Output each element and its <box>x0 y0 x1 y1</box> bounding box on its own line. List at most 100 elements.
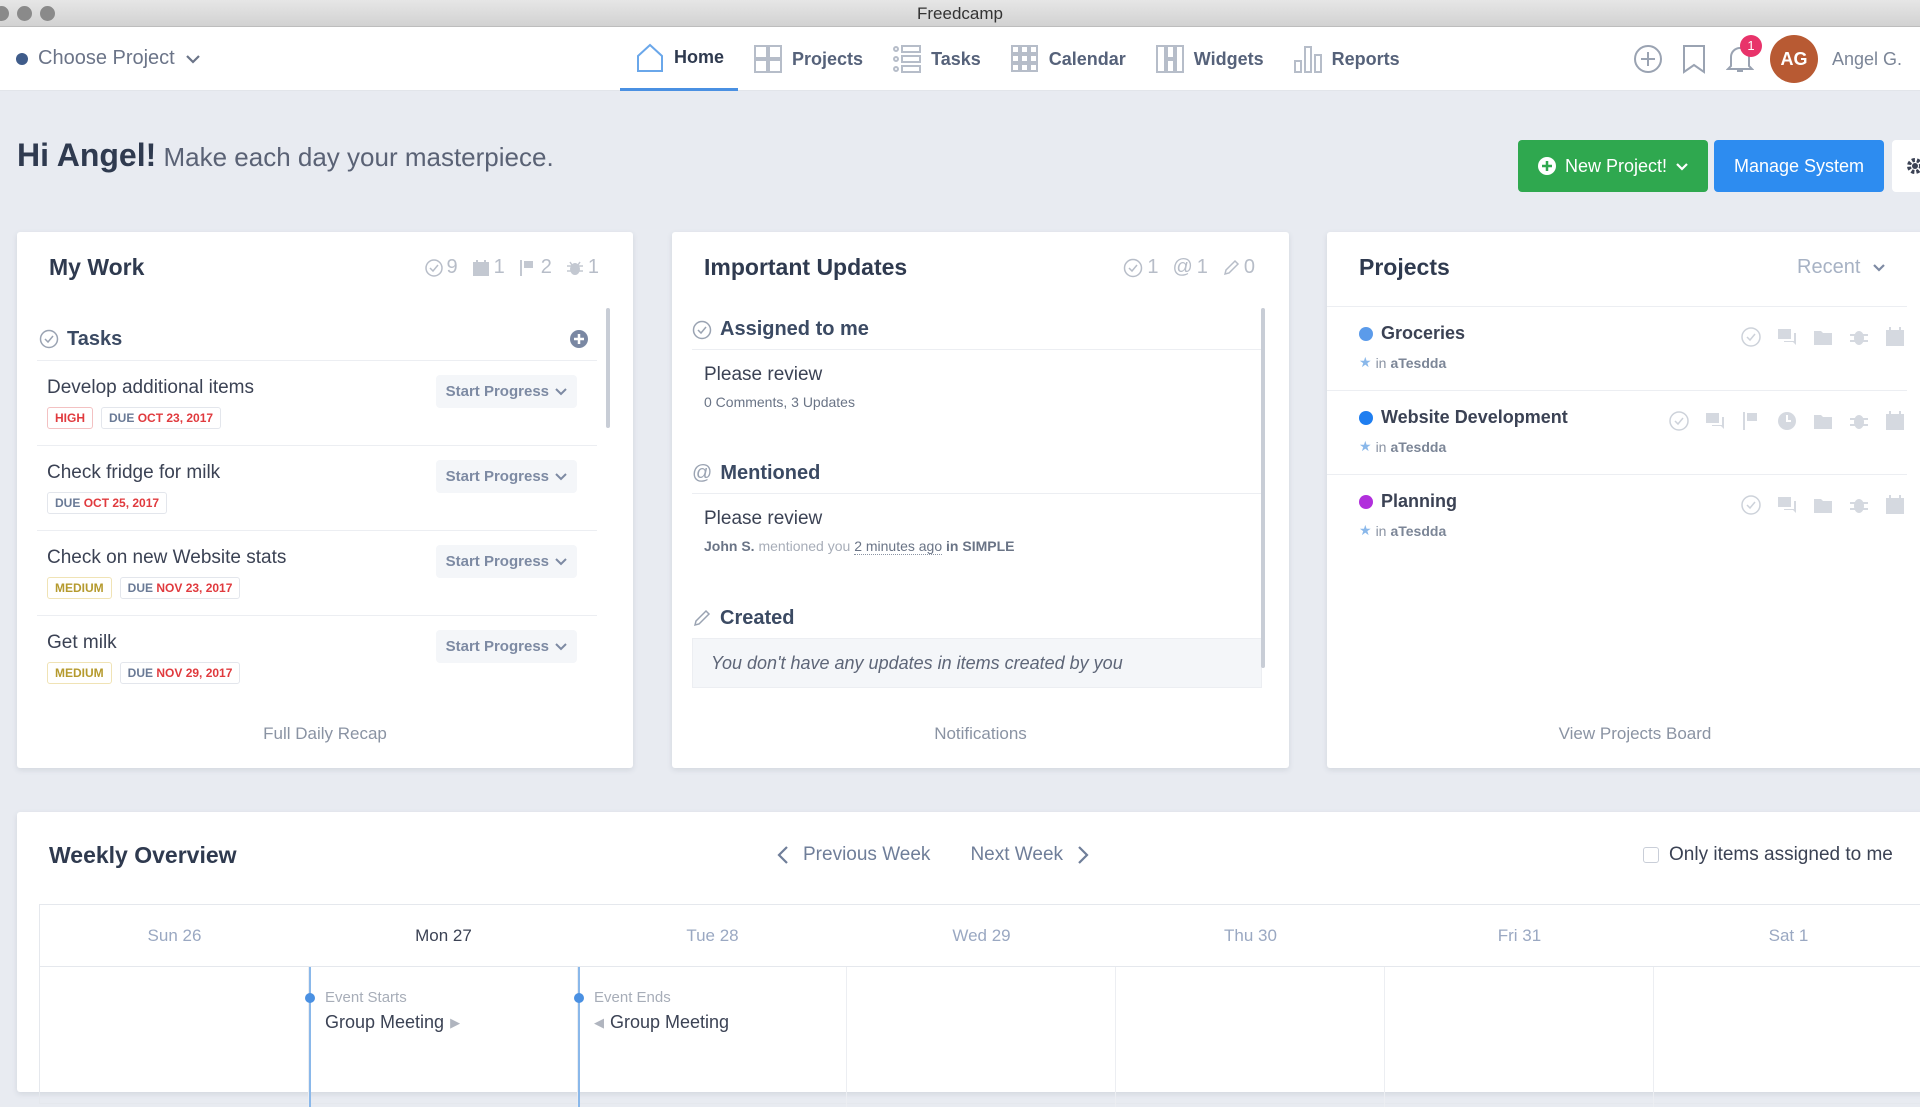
tasks-scrollbar[interactable] <box>606 308 610 428</box>
task-row[interactable]: Check fridge for milk DUE OCT 25, 2017 S… <box>37 445 597 530</box>
milestones-app-icon[interactable] <box>1739 409 1763 433</box>
projects-sort-dropdown[interactable]: Recent <box>1797 256 1886 279</box>
event-title[interactable]: Group Meeting ▶ <box>325 1012 460 1033</box>
close-window-button[interactable] <box>0 6 9 21</box>
events-count[interactable]: 1 <box>472 256 505 279</box>
mention-project[interactable]: SIMPLE <box>962 538 1014 554</box>
tasks-count[interactable]: 9 <box>424 256 458 279</box>
issues-app-icon[interactable] <box>1847 325 1871 349</box>
updates-list: Assigned to me Please review 0 Comments,… <box>692 310 1262 688</box>
full-daily-recap-link[interactable]: Full Daily Recap <box>17 724 633 744</box>
project-item[interactable]: Planning ★ in aTesdda <box>1327 474 1907 558</box>
zoom-window-button[interactable] <box>40 6 55 21</box>
nav-widgets[interactable]: Widgets <box>1140 27 1278 91</box>
project-selector[interactable]: Choose Project <box>16 47 201 70</box>
updates-scrollbar[interactable] <box>1261 308 1265 668</box>
issues-app-icon[interactable] <box>1847 409 1871 433</box>
nav-calendar[interactable]: Calendar <box>995 27 1140 91</box>
task-row[interactable]: Check on new Website stats MEDIUM DUE NOV… <box>37 530 597 615</box>
events-count-value: 1 <box>493 256 505 278</box>
star-icon[interactable]: ★ <box>1359 354 1372 371</box>
calendar-app-icon[interactable] <box>1883 493 1907 517</box>
only-assigned-filter[interactable]: Only items assigned to me <box>1643 844 1893 866</box>
next-week-button[interactable]: Next Week <box>970 844 1089 866</box>
discussions-app-icon[interactable] <box>1775 325 1799 349</box>
greeting: Hi Angel! Make each day your masterpiece… <box>17 137 554 174</box>
start-progress-button[interactable]: Start Progress <box>435 630 577 663</box>
only-assigned-checkbox[interactable] <box>1643 847 1659 863</box>
created-count[interactable]: 0 <box>1222 256 1255 279</box>
day-cell[interactable] <box>847 967 1116 1107</box>
issues-app-icon[interactable] <box>1847 493 1871 517</box>
day-cell[interactable]: Event Ends ◀ Group Meeting <box>574 967 847 1107</box>
tasks-app-icon[interactable] <box>1739 493 1763 517</box>
bookmark-button[interactable] <box>1678 43 1710 75</box>
day-cell[interactable] <box>1385 967 1654 1107</box>
task-row[interactable]: Get milk MEDIUM DUE NOV 29, 2017 Start Pr… <box>37 615 597 685</box>
nav-tasks[interactable]: Tasks <box>877 27 995 91</box>
previous-week-button[interactable]: Previous Week <box>777 844 930 866</box>
mentioned-heading: Mentioned <box>720 462 821 484</box>
project-name[interactable]: Planning <box>1381 491 1457 512</box>
assigned-update-item[interactable]: Please review 0 Comments, 3 Updates <box>692 350 1262 454</box>
new-project-button[interactable]: New Project! <box>1518 140 1708 192</box>
tasks-app-icon[interactable] <box>1739 325 1763 349</box>
task-row[interactable]: Develop additional items HIGH DUE OCT 23,… <box>37 360 597 445</box>
view-projects-board-link[interactable]: View Projects Board <box>1327 724 1920 744</box>
mentioned-update-item[interactable]: Please review John S. mentioned you 2 mi… <box>692 494 1262 598</box>
assigned-count[interactable]: 1 <box>1123 256 1158 279</box>
add-task-icon[interactable] <box>569 329 589 349</box>
day-header: Thu 30 <box>1224 926 1277 945</box>
settings-button[interactable] <box>1892 140 1920 192</box>
projects-sort-label: Recent <box>1797 256 1861 278</box>
minimize-window-button[interactable] <box>17 6 32 21</box>
update-title[interactable]: Please review <box>704 508 1250 530</box>
project-name[interactable]: Groceries <box>1381 323 1465 344</box>
nav-reports[interactable]: Reports <box>1278 27 1414 91</box>
star-icon[interactable]: ★ <box>1359 438 1372 455</box>
start-progress-button[interactable]: Start Progress <box>435 460 577 493</box>
event-title[interactable]: ◀ Group Meeting <box>594 1012 729 1033</box>
tasks-section: Tasks Develop additional items HIGH DUE O… <box>37 318 597 685</box>
day-cell[interactable]: Event Starts Group Meeting ▶ <box>305 967 578 1107</box>
day-cell[interactable] <box>1116 967 1385 1107</box>
project-name[interactable]: Website Development <box>1381 407 1568 428</box>
update-title[interactable]: Please review <box>704 364 1250 386</box>
mention-verb: mentioned you <box>758 538 851 554</box>
issues-count[interactable]: 1 <box>566 256 599 279</box>
calendar-app-icon[interactable] <box>1883 325 1907 349</box>
add-button[interactable] <box>1632 43 1664 75</box>
calendar-event[interactable]: Event Starts Group Meeting ▶ <box>305 967 460 1107</box>
files-app-icon[interactable] <box>1811 493 1835 517</box>
project-item[interactable]: Groceries ★ in aTesdda <box>1327 306 1907 390</box>
discussions-app-icon[interactable] <box>1703 409 1727 433</box>
notifications-button[interactable]: 1 <box>1724 35 1762 75</box>
star-icon[interactable]: ★ <box>1359 522 1372 539</box>
milestones-count[interactable]: 2 <box>519 256 552 279</box>
project-dot-icon <box>16 52 28 65</box>
tasks-app-icon[interactable] <box>1667 409 1691 433</box>
nav-projects-label: Projects <box>792 48 864 69</box>
day-cell[interactable] <box>40 967 309 1107</box>
day-cell[interactable] <box>1654 967 1920 1107</box>
time-app-icon[interactable] <box>1775 409 1799 433</box>
nav-projects[interactable]: Projects <box>738 27 877 91</box>
manage-system-button[interactable]: Manage System <box>1714 140 1884 192</box>
notifications-link[interactable]: Notifications <box>672 724 1289 744</box>
discussions-app-icon[interactable] <box>1775 493 1799 517</box>
start-progress-button[interactable]: Start Progress <box>435 545 577 578</box>
mention-author: John S. <box>704 538 755 554</box>
calendar-event[interactable]: Event Ends ◀ Group Meeting <box>574 967 729 1107</box>
project-item[interactable]: Website Development ★ in aTesdda <box>1327 390 1907 474</box>
check-circle-icon <box>1124 258 1143 277</box>
start-progress-button[interactable]: Start Progress <box>435 375 577 408</box>
mentioned-count[interactable]: @1 <box>1172 256 1207 279</box>
files-app-icon[interactable] <box>1811 409 1835 433</box>
nav-home[interactable]: Home <box>620 27 739 91</box>
files-app-icon[interactable] <box>1811 325 1835 349</box>
avatar[interactable]: AG <box>1769 35 1818 83</box>
check-circle-icon <box>692 320 712 339</box>
user-name[interactable]: Angel G. <box>1832 49 1902 70</box>
calendar-app-icon[interactable] <box>1883 409 1907 433</box>
project-color-dot <box>1359 410 1373 425</box>
